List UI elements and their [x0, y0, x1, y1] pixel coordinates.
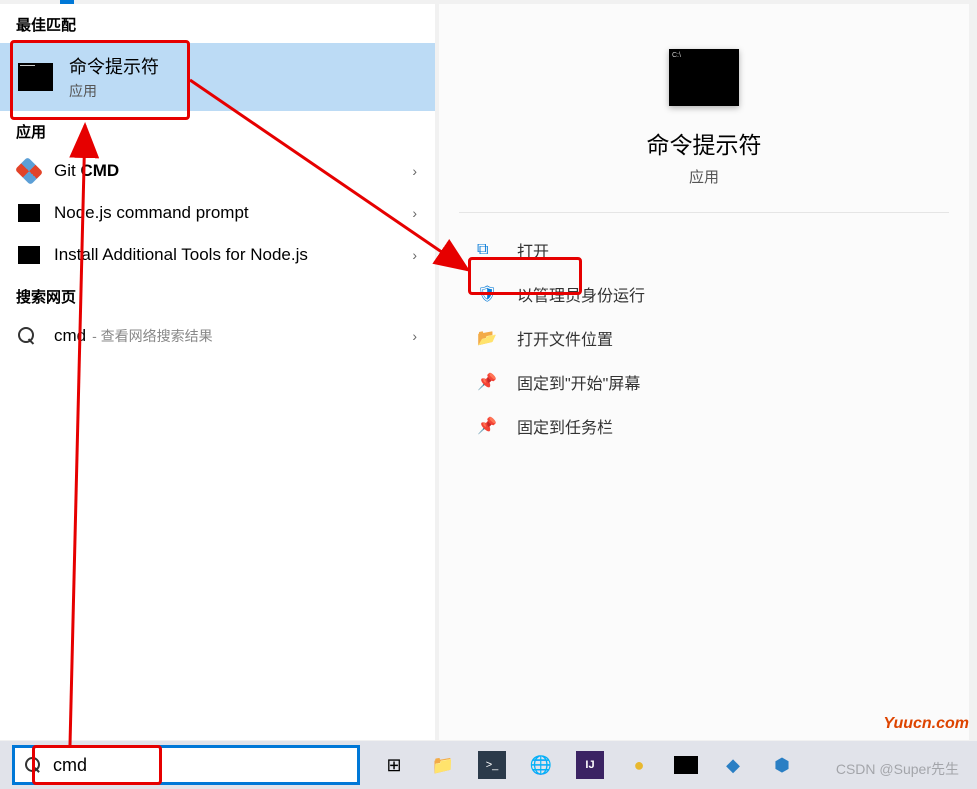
- app-result-node-tools[interactable]: Install Additional Tools for Node.js ›: [0, 234, 435, 276]
- detail-title: 命令提示符: [439, 126, 969, 160]
- taskbar: ⊞ 📁 >_ 🌐 IJ ● ◆ ⬢: [0, 741, 977, 789]
- file-explorer-icon[interactable]: 📁: [429, 751, 457, 779]
- app-icon-blue[interactable]: ◆: [719, 751, 747, 779]
- app-icon-2[interactable]: ⬢: [768, 751, 796, 779]
- shield-icon: 🛡: [477, 284, 495, 304]
- cmd-large-icon: [669, 49, 739, 106]
- best-match-title: 命令提示符: [69, 53, 159, 79]
- best-match-result[interactable]: 命令提示符 应用: [0, 43, 435, 111]
- detail-panel: 命令提示符 应用 ⧉ 打开 🛡 以管理员身份运行 📂 打开文件位置 📌 固定到"…: [439, 4, 969, 740]
- action-label: 固定到"开始"屏幕: [517, 370, 640, 394]
- app-label: Node.js command prompt: [54, 202, 412, 224]
- action-label: 打开: [517, 238, 549, 262]
- pin-icon: 📌: [477, 416, 495, 436]
- app-icon[interactable]: ●: [625, 751, 653, 779]
- section-apps-header: 应用: [0, 111, 435, 150]
- action-label: 以管理员身份运行: [517, 282, 645, 306]
- cmd-taskbar-icon[interactable]: [674, 756, 698, 774]
- terminal-icon: [18, 246, 40, 264]
- chevron-right-icon: ›: [412, 163, 417, 179]
- taskbar-search-box[interactable]: [12, 745, 360, 785]
- chevron-right-icon: ›: [412, 205, 417, 221]
- section-web-header: 搜索网页: [0, 276, 435, 315]
- task-view-icon[interactable]: ⊞: [380, 751, 408, 779]
- app-result-node-prompt[interactable]: Node.js command prompt ›: [0, 192, 435, 234]
- terminal-icon: [18, 204, 40, 222]
- edge-icon[interactable]: 🌐: [527, 751, 555, 779]
- pin-icon: 📌: [477, 372, 495, 392]
- intellij-icon[interactable]: IJ: [576, 751, 604, 779]
- section-best-match-header: 最佳匹配: [0, 4, 435, 43]
- search-icon: [25, 757, 41, 773]
- web-query: cmd: [54, 325, 86, 347]
- watermark-site: Yuucn.com: [883, 715, 969, 733]
- folder-icon: 📂: [477, 328, 495, 348]
- web-hint: - 查看网络搜索结果: [92, 327, 213, 345]
- terminal-app-icon[interactable]: >_: [478, 751, 506, 779]
- action-open-file-location[interactable]: 📂 打开文件位置: [439, 316, 969, 360]
- divider: [459, 212, 949, 213]
- detail-subtitle: 应用: [439, 166, 969, 187]
- cmd-icon: [18, 63, 53, 91]
- web-search-result[interactable]: cmd - 查看网络搜索结果 ›: [0, 315, 435, 357]
- watermark-author: CSDN @Super先生: [836, 759, 959, 779]
- action-open[interactable]: ⧉ 打开: [439, 228, 969, 272]
- action-pin-taskbar[interactable]: 📌 固定到任务栏: [439, 404, 969, 448]
- chevron-right-icon: ›: [412, 247, 417, 263]
- search-input[interactable]: [53, 755, 347, 776]
- action-label: 打开文件位置: [517, 326, 613, 350]
- search-results-panel: 最佳匹配 命令提示符 应用 应用 Git CMD › Node.js comma…: [0, 4, 435, 740]
- app-label: Git CMD: [54, 160, 412, 182]
- chevron-right-icon: ›: [412, 328, 417, 344]
- git-icon: [15, 157, 43, 185]
- app-result-git-cmd[interactable]: Git CMD ›: [0, 150, 435, 192]
- open-icon: ⧉: [477, 241, 495, 259]
- action-label: 固定到任务栏: [517, 414, 613, 438]
- best-match-subtitle: 应用: [69, 81, 159, 101]
- action-pin-start[interactable]: 📌 固定到"开始"屏幕: [439, 360, 969, 404]
- search-icon: [18, 327, 40, 345]
- action-run-as-admin[interactable]: 🛡 以管理员身份运行: [439, 272, 969, 316]
- app-label: Install Additional Tools for Node.js: [54, 244, 412, 266]
